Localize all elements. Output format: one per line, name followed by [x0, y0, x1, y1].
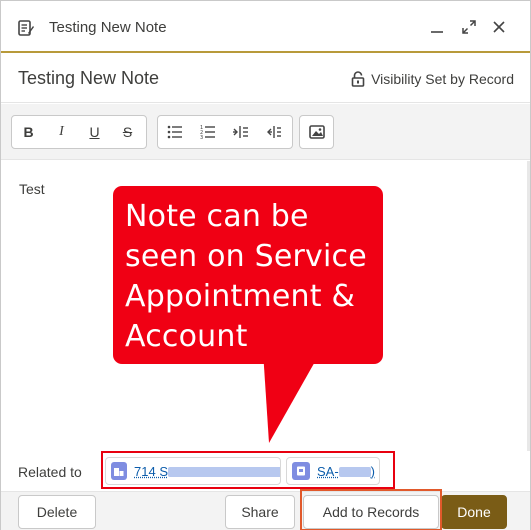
- insert-image-button[interactable]: [300, 116, 333, 148]
- outdent-button[interactable]: [257, 116, 290, 148]
- underline-button[interactable]: U: [78, 116, 111, 148]
- minimize-button[interactable]: [425, 15, 449, 39]
- unlock-icon: [351, 71, 365, 87]
- bold-button[interactable]: B: [12, 116, 45, 148]
- note-title-row: Testing New Note Visibility Set by Recor…: [1, 55, 530, 103]
- note-icon: [17, 19, 35, 37]
- note-panel: Testing New Note Testing New Note Visibi…: [0, 0, 531, 530]
- underline-icon: U: [89, 124, 99, 140]
- italic-icon: I: [59, 124, 64, 140]
- visibility-label: Visibility Set by Record: [371, 71, 514, 87]
- editor-scrollbar[interactable]: [527, 161, 530, 451]
- svg-text:3: 3: [200, 135, 203, 139]
- rich-text-toolbar: B I U S 1 2 3: [1, 104, 530, 160]
- related-records-highlight: [101, 451, 395, 489]
- list-group: 1 2 3: [157, 115, 293, 149]
- panel-header: Testing New Note: [1, 1, 530, 53]
- close-icon: [492, 20, 506, 34]
- image-icon: [309, 125, 325, 139]
- add-to-records-highlight: [300, 489, 442, 530]
- strikethrough-icon: S: [123, 124, 132, 140]
- annotation-callout-text: Note can be seen on Service Appointment …: [125, 197, 375, 357]
- share-button[interactable]: Share: [225, 495, 295, 529]
- visibility-indicator: Visibility Set by Record: [351, 71, 514, 87]
- insert-group: [299, 115, 334, 149]
- outdent-icon: [266, 125, 282, 139]
- strikethrough-button[interactable]: S: [111, 116, 144, 148]
- panel-title: Testing New Note: [49, 19, 167, 36]
- format-group: B I U S: [11, 115, 147, 149]
- minimize-icon: [430, 20, 444, 34]
- expand-button[interactable]: [457, 15, 481, 39]
- bulleted-list-button[interactable]: [158, 116, 191, 148]
- delete-button[interactable]: Delete: [18, 495, 96, 529]
- bold-icon: B: [23, 124, 33, 140]
- indent-icon: [233, 125, 249, 139]
- note-body-editor[interactable]: Test: [19, 181, 45, 197]
- note-title-input[interactable]: Testing New Note: [18, 68, 159, 89]
- italic-button[interactable]: I: [45, 116, 78, 148]
- bulleted-list-icon: [167, 125, 183, 139]
- numbered-list-icon: 1 2 3: [200, 125, 216, 139]
- related-to-label: Related to: [18, 464, 82, 480]
- expand-icon: [462, 20, 476, 34]
- indent-button[interactable]: [224, 116, 257, 148]
- numbered-list-button[interactable]: 1 2 3: [191, 116, 224, 148]
- close-button[interactable]: [487, 15, 511, 39]
- done-button[interactable]: Done: [441, 495, 507, 529]
